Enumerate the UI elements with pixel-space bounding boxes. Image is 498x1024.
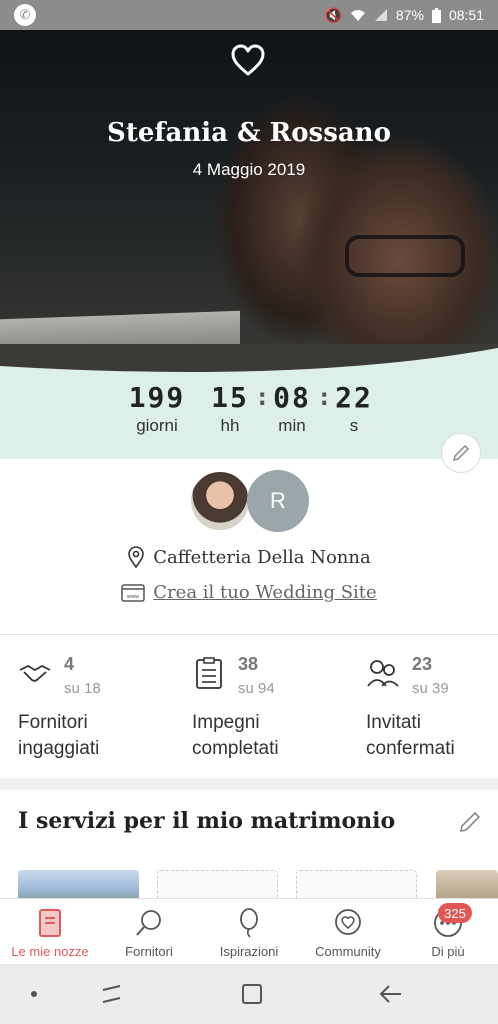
- back-icon[interactable]: [377, 980, 405, 1008]
- service-card[interactable]: [18, 870, 139, 900]
- services-carousel[interactable]: [0, 870, 498, 900]
- notebook-icon: [39, 909, 61, 937]
- nav-community[interactable]: Community: [298, 899, 398, 965]
- wedding-site-row: www Crea il tuo Wedding Site: [0, 582, 498, 603]
- search-icon: [136, 910, 161, 936]
- avatar[interactable]: R: [247, 470, 309, 532]
- service-card[interactable]: [436, 870, 498, 900]
- wave-decoration: [0, 344, 498, 372]
- couple-names: Stefania & Rossano: [107, 118, 391, 148]
- chat-heart-icon: [335, 909, 361, 935]
- mute-icon: 🔇: [324, 6, 342, 23]
- guests-icon: [367, 660, 399, 687]
- dot-icon[interactable]: [20, 980, 48, 1008]
- website-icon: www: [121, 583, 146, 602]
- create-wedding-site-link[interactable]: Crea il tuo Wedding Site: [153, 582, 376, 603]
- service-card[interactable]: [296, 870, 417, 900]
- countdown-days: 199 giorni: [128, 381, 186, 435]
- system-nav-bar: [0, 964, 498, 1024]
- clock: 08:51: [448, 7, 484, 23]
- countdown-seconds: 22 s: [335, 381, 373, 435]
- couple-avatars: R: [189, 470, 313, 532]
- stats-section: 4 su 18 Fornitori ingaggiati 38 su 94 Imp…: [18, 654, 455, 759]
- svg-text:www: www: [127, 594, 139, 600]
- wedding-date: 4 Maggio 2019: [192, 160, 306, 179]
- venue[interactable]: Caffetteria Della Nonna: [0, 546, 498, 568]
- status-bar: ✆ 🔇 87% 08:51: [0, 0, 498, 30]
- whatsapp-icon: ✆: [14, 4, 36, 26]
- photo-detail: [345, 235, 465, 277]
- countdown-hours: 15 hh: [211, 381, 249, 435]
- venue-name: Caffetteria Della Nonna: [153, 546, 371, 568]
- balloon-icon: [240, 908, 258, 938]
- location-pin-icon: [128, 546, 145, 568]
- nav-le-mie-nozze[interactable]: Le mie nozze: [0, 899, 100, 965]
- pencil-icon: [452, 444, 470, 462]
- recent-apps-icon[interactable]: [98, 980, 126, 1008]
- checklist-icon: [196, 657, 222, 689]
- service-card[interactable]: [157, 870, 278, 900]
- notification-badge: 325: [438, 903, 472, 923]
- section-separator: [0, 778, 498, 790]
- countdown: 199 giorni 15 hh : 08 min : 22 s: [0, 344, 498, 459]
- pencil-icon[interactable]: [458, 810, 482, 834]
- countdown-minutes: 08 min: [273, 381, 311, 435]
- battery-percent: 87%: [395, 7, 424, 23]
- wifi-icon: [350, 10, 365, 21]
- nav-ispirazioni[interactable]: Ispirazioni: [199, 899, 299, 965]
- nav-fornitori[interactable]: Fornitori: [99, 899, 199, 965]
- edit-wedding-button[interactable]: [441, 433, 481, 473]
- heart-icon: [231, 44, 265, 76]
- services-title: I servizi per il mio matrimonio: [18, 808, 396, 834]
- signal-icon: [374, 9, 387, 21]
- avatar[interactable]: [189, 470, 251, 532]
- handshake-icon: [19, 664, 51, 682]
- home-icon[interactable]: [238, 980, 266, 1008]
- bottom-nav: Le mie nozze Fornitori Ispirazioni Commu…: [0, 898, 498, 964]
- hero-photo[interactable]: Stefania & Rossano 4 Maggio 2019: [0, 30, 498, 375]
- divider: [0, 634, 498, 635]
- battery-icon: [431, 7, 441, 23]
